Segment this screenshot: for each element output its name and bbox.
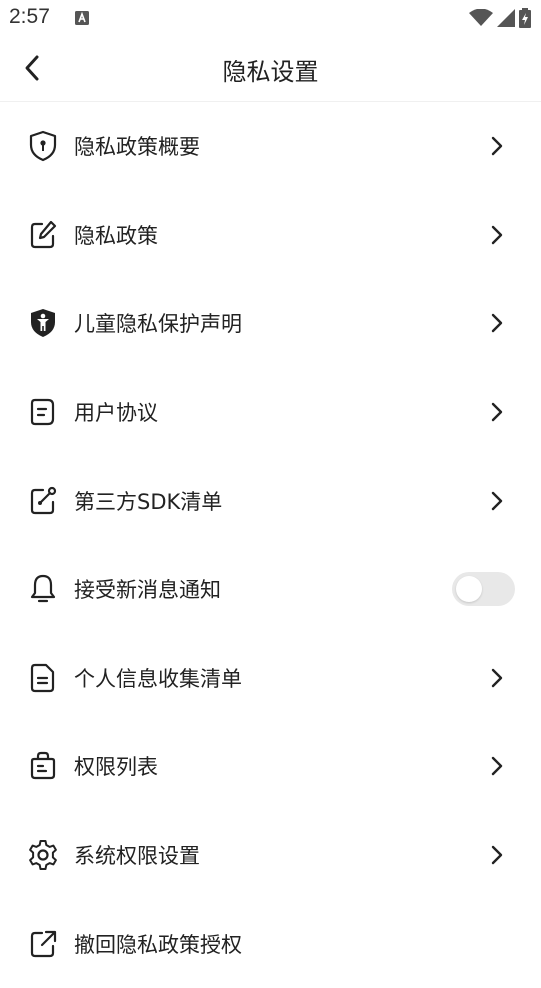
document-icon [26, 395, 60, 429]
page-title: 隐私设置 [222, 58, 319, 86]
chevron-right-icon [491, 668, 503, 688]
item-label: 撤回隐私政策授权 [74, 932, 242, 957]
privacy-policy-item[interactable]: 隐私政策 [0, 191, 541, 280]
chevron-right-icon [491, 225, 503, 245]
notification-toggle[interactable] [452, 572, 515, 607]
shield-key-icon [26, 129, 60, 163]
item-label: 隐私政策概要 [74, 135, 200, 160]
item-label: 个人信息收集清单 [74, 666, 242, 691]
sdk-link-icon [26, 484, 60, 518]
battery-charging-icon [519, 8, 531, 28]
edit-icon [26, 218, 60, 252]
child-shield-icon [26, 306, 60, 340]
a-letter-icon [75, 11, 89, 25]
user-agreement-item[interactable]: 用户协议 [0, 368, 541, 457]
chevron-right-icon [491, 402, 503, 422]
bag-icon [26, 749, 60, 783]
message-notification-item: 接受新消息通知 [0, 545, 541, 634]
item-label: 接受新消息通知 [74, 578, 221, 603]
settings-list: 隐私政策概要 隐私政策 儿童隐私保护声明 用户协议 第三方SDK清单 接受新消息… [0, 102, 541, 988]
chevron-right-icon [491, 137, 503, 156]
item-label: 儿童隐私保护声明 [74, 312, 242, 337]
privacy-summary-item[interactable]: 隐私政策概要 [0, 102, 541, 191]
item-label: 系统权限设置 [74, 844, 200, 869]
external-link-icon [26, 927, 60, 961]
status-icons [469, 8, 531, 28]
chevron-right-icon [491, 491, 503, 510]
item-label: 隐私政策 [74, 223, 158, 248]
status-time: 2:57 [9, 5, 50, 28]
item-label: 权限列表 [74, 755, 158, 780]
status-bar: 2:57 [0, 0, 541, 36]
item-label: 用户协议 [74, 401, 158, 426]
chevron-right-icon [491, 845, 503, 865]
item-label: 第三方SDK清单 [74, 489, 223, 514]
child-privacy-item[interactable]: 儿童隐私保护声明 [0, 279, 541, 368]
signal-icon [497, 9, 515, 27]
third-party-sdk-item[interactable]: 第三方SDK清单 [0, 456, 541, 545]
chevron-right-icon [491, 314, 503, 333]
toggle-knob [456, 576, 482, 603]
system-permission-item[interactable]: 系统权限设置 [0, 811, 541, 900]
top-bar: 隐私设置 [0, 36, 541, 102]
bell-icon [26, 572, 60, 606]
personal-info-list-item[interactable]: 个人信息收集清单 [0, 634, 541, 723]
revoke-authorization-item[interactable]: 撤回隐私政策授权 [0, 899, 541, 988]
chevron-right-icon [491, 757, 503, 776]
wifi-icon [469, 9, 493, 26]
permission-list-item[interactable]: 权限列表 [0, 722, 541, 811]
gear-icon [26, 838, 60, 872]
file-list-icon [26, 661, 60, 695]
